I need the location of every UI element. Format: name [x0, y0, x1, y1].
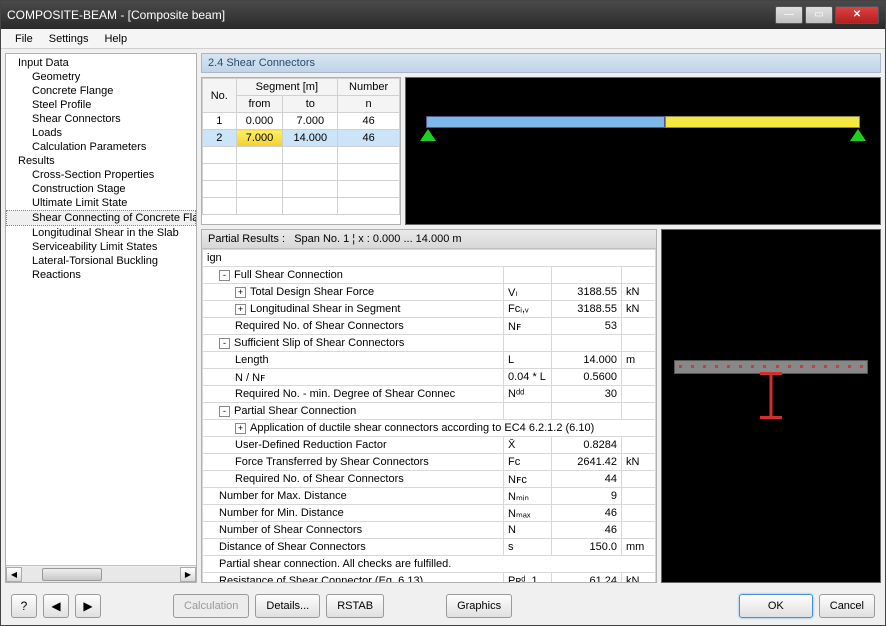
beam-segment-1: [426, 116, 665, 128]
result-row[interactable]: Required No. - min. Degree of Shear Conn…: [203, 386, 656, 403]
results-pane: Partial Results : Span No. 1 ¦ x : 0.000…: [201, 229, 657, 583]
col-no: No.: [203, 79, 237, 113]
next-button[interactable]: ▶: [75, 594, 101, 618]
tree-uls[interactable]: Ultimate Limit State: [6, 196, 196, 210]
navigation-tree[interactable]: Input Data Geometry Concrete Flange Stee…: [6, 54, 196, 565]
support-left-icon: [420, 129, 436, 141]
calculation-button[interactable]: Calculation: [173, 594, 249, 618]
result-row[interactable]: Resistance of Shear Connector (Eq. 6.13)…: [203, 573, 656, 583]
close-button[interactable]: ✕: [835, 6, 879, 24]
result-row[interactable]: Distance of Shear Connectorss150.0mm: [203, 539, 656, 556]
tree-calc-params[interactable]: Calculation Parameters: [6, 140, 196, 154]
result-row[interactable]: -Partial Shear Connection: [203, 403, 656, 420]
help-button[interactable]: ?: [11, 594, 37, 618]
sidebar-scrollbar[interactable]: ◀ ▶: [6, 565, 196, 582]
results-table[interactable]: ign-Full Shear Connection+Total Design S…: [202, 249, 656, 582]
cross-section-view[interactable]: [661, 229, 881, 583]
tree-concrete-flange[interactable]: Concrete Flange: [6, 84, 196, 98]
results-header: Partial Results : Span No. 1 ¦ x : 0.000…: [202, 230, 656, 249]
result-row[interactable]: Force Transferred by Shear ConnectorsFᴄ2…: [203, 454, 656, 471]
result-row[interactable]: Number for Max. DistanceNₘᵢₙ9: [203, 488, 656, 505]
tree-shear-connecting[interactable]: Shear Connecting of Concrete Flange: [6, 210, 196, 226]
tree-loads[interactable]: Loads: [6, 126, 196, 140]
result-row[interactable]: Required No. of Shear ConnectorsNꜰᴄ44: [203, 471, 656, 488]
col-number: Number: [338, 79, 400, 96]
beam-segment-2: [665, 116, 860, 128]
scroll-left-icon[interactable]: ◀: [6, 567, 22, 582]
result-row[interactable]: N / Nꜰ0.04 * L0.5600: [203, 369, 656, 386]
col-segment: Segment [m]: [236, 79, 338, 96]
support-right-icon: [850, 129, 866, 141]
result-row[interactable]: Required No. of Shear ConnectorsNꜰ53: [203, 318, 656, 335]
steel-bottom-flange: [760, 416, 782, 419]
table-row: 27.00014.00046: [203, 130, 400, 147]
rstab-button[interactable]: RSTAB: [326, 594, 384, 618]
tree-long-shear[interactable]: Longitudinal Shear in the Slab: [6, 226, 196, 240]
col-to: to: [283, 96, 338, 113]
graphics-button[interactable]: Graphics: [446, 594, 512, 618]
tree-results[interactable]: Results: [6, 154, 196, 168]
titlebar: COMPOSITE-BEAM - [Composite beam] — ▭ ✕: [1, 1, 885, 29]
details-button[interactable]: Details...: [255, 594, 320, 618]
maximize-button[interactable]: ▭: [805, 6, 833, 24]
result-row[interactable]: +Longitudinal Shear in SegmentFᴄᵢ,ᵥ3188.…: [203, 301, 656, 318]
result-row[interactable]: -Sufficient Slip of Shear Connectors: [203, 335, 656, 352]
menu-help[interactable]: Help: [96, 31, 135, 47]
tree-geometry[interactable]: Geometry: [6, 70, 196, 84]
prev-button[interactable]: ◀: [43, 594, 69, 618]
menubar: File Settings Help: [1, 29, 885, 49]
tree-steel-profile[interactable]: Steel Profile: [6, 98, 196, 112]
footer-toolbar: ? ◀ ▶ Calculation Details... RSTAB Graph…: [1, 587, 885, 625]
result-row[interactable]: User-Defined Reduction FactorX̄0.8284: [203, 437, 656, 454]
tree-reactions[interactable]: Reactions: [6, 268, 196, 282]
tree-construction-stage[interactable]: Construction Stage: [6, 182, 196, 196]
result-row[interactable]: Partial shear connection. All checks are…: [203, 556, 656, 573]
tree-input-data[interactable]: Input Data: [6, 56, 196, 70]
ok-button[interactable]: OK: [739, 594, 813, 618]
menu-settings[interactable]: Settings: [41, 31, 97, 47]
result-row[interactable]: Number for Min. DistanceNₘₐₓ46: [203, 505, 656, 522]
window-title: COMPOSITE-BEAM - [Composite beam]: [7, 8, 775, 22]
tree-cross-section[interactable]: Cross-Section Properties: [6, 168, 196, 182]
segment-table[interactable]: No.Segment [m]Number fromton 10.0007.000…: [201, 77, 401, 225]
minimize-button[interactable]: —: [775, 6, 803, 24]
result-row[interactable]: Number of Shear ConnectorsN46: [203, 522, 656, 539]
result-row[interactable]: +Total Design Shear ForceVₗ3188.55kN: [203, 284, 656, 301]
sidebar: Input Data Geometry Concrete Flange Stee…: [5, 53, 197, 583]
result-row[interactable]: -Full Shear Connection: [203, 267, 656, 284]
cancel-button[interactable]: Cancel: [819, 594, 875, 618]
result-row[interactable]: +Application of ductile shear connectors…: [203, 420, 656, 437]
table-row: 10.0007.00046: [203, 113, 400, 130]
beam-elevation-view[interactable]: [405, 77, 881, 225]
scroll-right-icon[interactable]: ▶: [180, 567, 196, 582]
result-row[interactable]: LengthL14.000m: [203, 352, 656, 369]
scroll-thumb[interactable]: [42, 568, 102, 581]
steel-web: [770, 374, 773, 418]
col-from: from: [236, 96, 283, 113]
tree-sls[interactable]: Serviceability Limit States: [6, 240, 196, 254]
col-n: n: [338, 96, 400, 113]
tree-shear-connectors[interactable]: Shear Connectors: [6, 112, 196, 126]
tree-ltb[interactable]: Lateral-Torsional Buckling: [6, 254, 196, 268]
menu-file[interactable]: File: [7, 31, 41, 47]
section-title: 2.4 Shear Connectors: [201, 53, 881, 73]
